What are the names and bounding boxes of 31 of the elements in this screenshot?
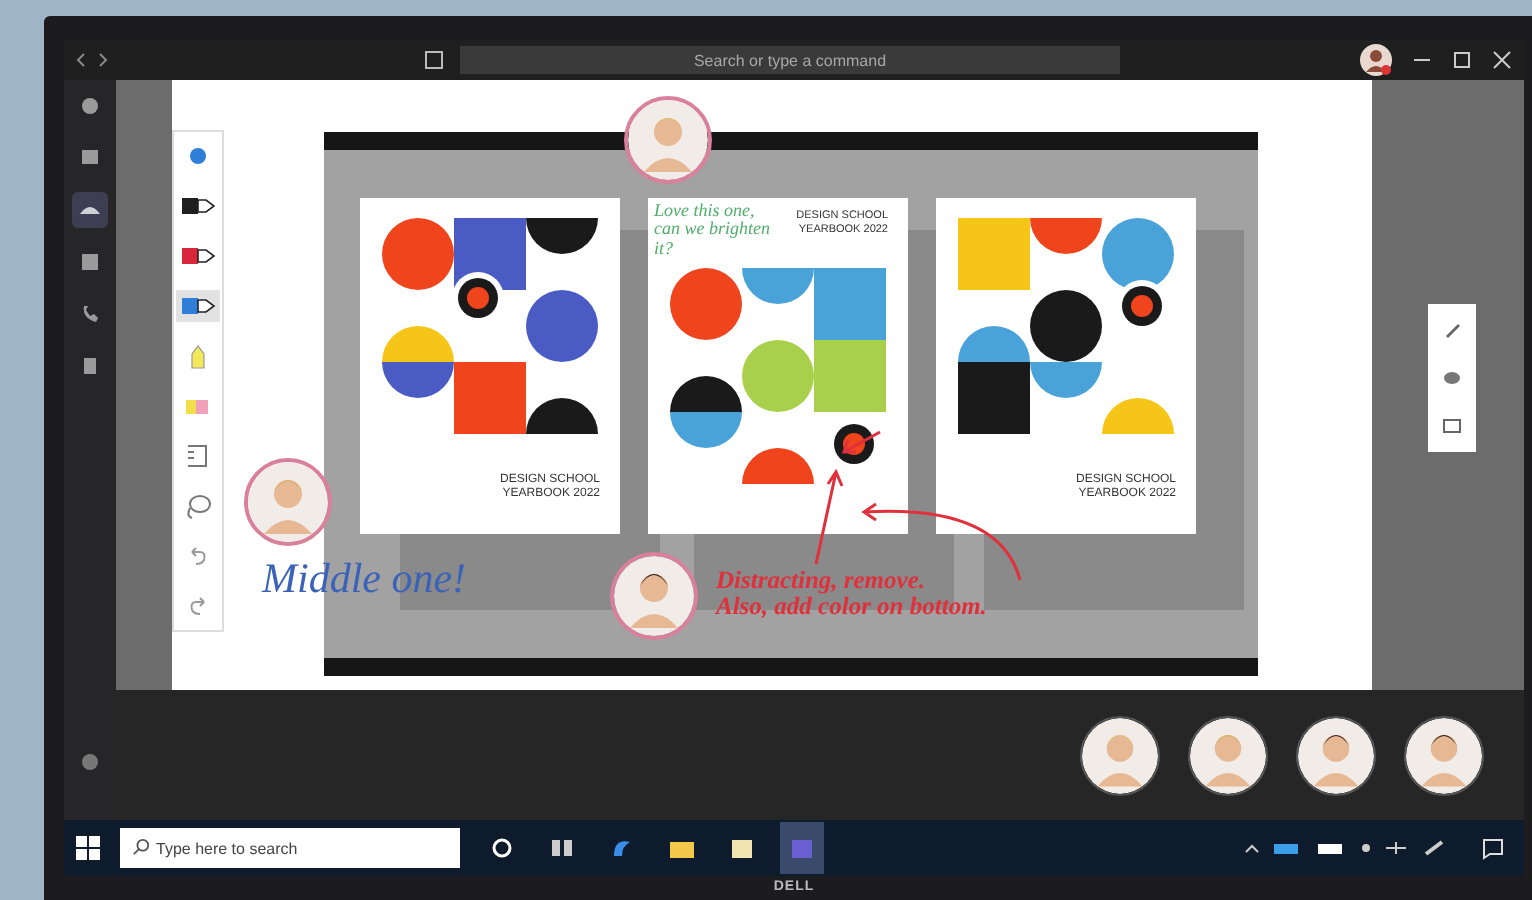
compose-icon[interactable] (424, 50, 444, 70)
pen-icon[interactable] (1442, 320, 1462, 340)
avatar[interactable] (1296, 715, 1376, 795)
back-forward-icon[interactable] (76, 52, 108, 68)
handwritten-note: Middle one! (262, 556, 467, 601)
maximize-icon[interactable] (1452, 50, 1472, 70)
help-icon[interactable] (78, 750, 102, 774)
teams-app-icon (788, 834, 816, 862)
avatar[interactable] (1080, 715, 1160, 795)
bag-icon (728, 834, 756, 862)
search-field[interactable]: Search or type a command (460, 46, 1120, 74)
windows-start-icon[interactable] (76, 836, 100, 860)
taskbar-search-field[interactable]: Type here to search (120, 828, 460, 868)
bell-icon (78, 94, 102, 118)
circle-icon (488, 834, 516, 862)
calendar-icon (78, 250, 102, 274)
chat-icon (78, 146, 102, 170)
task-view-icon (548, 834, 576, 862)
notifications-icon[interactable] (1482, 837, 1504, 859)
reaction-icon[interactable] (1442, 368, 1462, 388)
handwritten-note: Distracting, remove. Also, add color on bottom. (716, 568, 987, 621)
search-icon (132, 838, 150, 856)
handwritten-note: Love this one, can we brighten it? (654, 202, 770, 259)
avatar-icon[interactable] (1360, 44, 1392, 76)
rail-button[interactable] (72, 192, 108, 228)
close-icon[interactable] (1492, 50, 1512, 70)
avatar[interactable] (1188, 715, 1268, 795)
file-icon (78, 354, 102, 378)
phone-icon (78, 302, 102, 326)
avatar[interactable] (1404, 715, 1484, 795)
screen-icon[interactable] (1442, 416, 1462, 436)
